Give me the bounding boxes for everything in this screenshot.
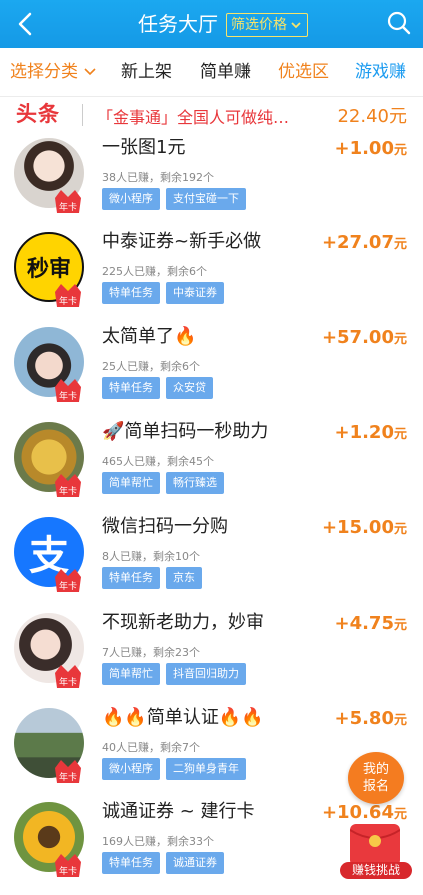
task-stats: 169人已赚，剩余33个: [102, 835, 214, 848]
task-price: +1.00元: [334, 138, 407, 159]
headline-text: 「金事通」全国人可做纯…: [97, 108, 290, 127]
task-price: +4.75元: [334, 613, 407, 634]
category-tabs: 选择分类 新上架 简单赚 优选区 游戏赚: [0, 48, 423, 97]
task-name: 不现新老助力，妙审: [102, 612, 264, 633]
svg-text:年卡: 年卡: [59, 390, 77, 402]
task-item[interactable]: 年卡 太简单了🔥 25人已赚，剩余6个 特单任务 众安贷 +57.00元: [0, 325, 423, 420]
task-name: 一张图1元: [102, 137, 186, 158]
task-price: +10.64元: [321, 802, 407, 823]
task-tags: 特单任务 中泰证券: [102, 282, 224, 304]
task-tags: 微小程序 支付宝碰一下: [102, 188, 246, 210]
task-tags: 简单帮忙 畅行臻选: [102, 472, 224, 494]
task-name: 微信扫码一分购: [102, 516, 228, 537]
tab-games[interactable]: 游戏赚: [355, 48, 406, 96]
task-price: +27.07元: [321, 232, 407, 253]
task-tag: 抖音回归助力: [166, 663, 246, 685]
report-line2: 报名: [362, 779, 389, 794]
tab-new[interactable]: 新上架: [121, 48, 172, 96]
task-tag: 特单任务: [102, 567, 160, 589]
page-title: 任务大厅: [138, 12, 218, 36]
crown-badge-icon: 年卡: [55, 760, 81, 783]
task-item[interactable]: 秒审 年卡 中泰证券~新手必做 225人已赚，剩余6个 特单任务 中泰证券 +2…: [0, 230, 423, 325]
task-tag: 畅行臻选: [166, 472, 224, 494]
task-tag: 二狗单身青年: [166, 758, 246, 780]
task-tag: 中泰证券: [166, 282, 224, 304]
crown-badge-icon: 年卡: [55, 854, 81, 877]
task-stats: 465人已赚，剩余45个: [102, 455, 214, 468]
svg-text:年卡: 年卡: [59, 485, 77, 497]
task-tags: 微小程序 二狗单身青年: [102, 758, 246, 780]
task-tag: 微小程序: [102, 188, 160, 210]
crown-badge-icon: 年卡: [55, 190, 81, 213]
task-stats: 8人已赚，剩余10个: [102, 550, 200, 563]
challenge-label: 赚钱挑战: [340, 862, 412, 879]
crown-badge-icon: 年卡: [55, 665, 81, 688]
task-tags: 特单任务 京东: [102, 567, 202, 589]
headline-banner[interactable]: 头条 「金事通」全国人可做纯… 22.40元: [0, 96, 423, 134]
report-line1: 我的: [362, 762, 389, 777]
tab-label: 选择分类: [10, 62, 78, 82]
task-name: 🔥🔥简单认证🔥🔥: [102, 707, 264, 728]
task-price: +57.00元: [321, 327, 407, 348]
task-tag: 诚通证券: [166, 852, 224, 874]
headline-amount: 22.40元: [337, 106, 407, 127]
svg-text:年卡: 年卡: [59, 201, 77, 213]
task-item[interactable]: 年卡 一张图1元 38人已赚，剩余192个 微小程序 支付宝碰一下 +1.00元: [0, 136, 423, 231]
task-stats: 38人已赚，剩余192个: [102, 171, 214, 184]
divider: [82, 104, 83, 126]
task-price: +1.20元: [334, 422, 407, 443]
tab-simple[interactable]: 简单赚: [200, 48, 251, 96]
task-tag: 众安贷: [166, 377, 213, 399]
task-stats: 7人已赚，剩余23个: [102, 646, 200, 659]
tab-featured[interactable]: 优选区: [278, 48, 329, 96]
red-envelope-icon: [349, 824, 401, 866]
task-tags: 特单任务 众安贷: [102, 377, 213, 399]
task-name: 🚀简单扫码一秒助力: [102, 421, 269, 442]
task-stats: 225人已赚，剩余6个: [102, 265, 207, 278]
chevron-down-icon: [84, 68, 96, 76]
svg-text:年卡: 年卡: [59, 676, 77, 688]
svg-text:年卡: 年卡: [59, 580, 77, 592]
task-tag: 特单任务: [102, 852, 160, 874]
task-tag: 京东: [166, 567, 202, 589]
avatar-text: 秒审: [26, 257, 71, 282]
svg-text:年卡: 年卡: [59, 771, 77, 783]
back-arrow-icon[interactable]: [12, 10, 40, 38]
task-name: 太简单了🔥: [102, 326, 197, 347]
crown-badge-icon: 年卡: [55, 474, 81, 497]
task-stats: 25人已赚，剩余6个: [102, 360, 200, 373]
task-tag: 简单帮忙: [102, 472, 160, 494]
task-item[interactable]: 年卡 🚀简单扫码一秒助力 465人已赚，剩余45个 简单帮忙 畅行臻选 +1.2…: [0, 420, 423, 515]
crown-badge-icon: 年卡: [55, 379, 81, 402]
filter-price-label: 筛选价格: [231, 17, 287, 33]
filter-price-button[interactable]: 筛选价格: [226, 13, 308, 37]
task-tags: 特单任务 诚通证券: [102, 852, 224, 874]
crown-badge-icon: 年卡: [55, 284, 81, 307]
task-tag: 简单帮忙: [102, 663, 160, 685]
earn-challenge-button[interactable]: 赚钱挑战: [340, 822, 412, 879]
svg-text:年卡: 年卡: [59, 295, 77, 307]
task-tag: 微小程序: [102, 758, 160, 780]
tab-select-category[interactable]: 选择分类: [10, 48, 97, 96]
svg-text:年卡: 年卡: [59, 865, 77, 877]
task-tag: 支付宝碰一下: [166, 188, 246, 210]
my-registration-button[interactable]: 我的 报名: [348, 752, 404, 804]
headline-tag: 头条: [16, 102, 60, 126]
task-tag: 特单任务: [102, 282, 160, 304]
task-price: +15.00元: [321, 517, 407, 538]
task-name: 诚通证券 ~ 建行卡: [102, 801, 255, 822]
chevron-down-icon: [291, 22, 301, 29]
task-item[interactable]: 支 年卡 微信扫码一分购 8人已赚，剩余10个 特单任务 京东 +15.00元: [0, 515, 423, 610]
task-tags: 简单帮忙 抖音回归助力: [102, 663, 246, 685]
task-name: 中泰证券~新手必做: [102, 231, 262, 252]
task-price: +5.80元: [334, 708, 407, 729]
task-stats: 40人已赚，剩余7个: [102, 741, 200, 754]
crown-badge-icon: 年卡: [55, 569, 81, 592]
task-item[interactable]: 年卡 不现新老助力，妙审 7人已赚，剩余23个 简单帮忙 抖音回归助力 +4.7…: [0, 611, 423, 706]
search-icon[interactable]: [386, 10, 412, 36]
task-tag: 特单任务: [102, 377, 160, 399]
header-bar: 任务大厅 筛选价格: [0, 0, 423, 48]
